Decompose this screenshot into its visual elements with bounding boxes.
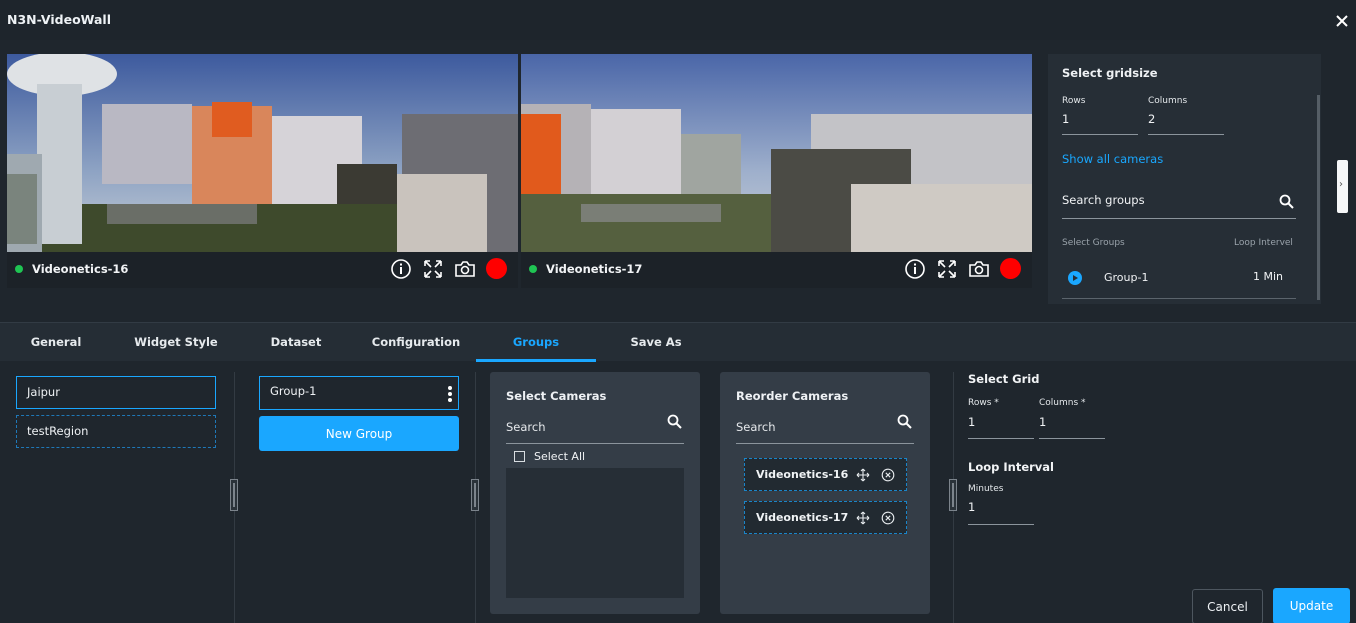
loop-interval-title: Loop Interval	[968, 460, 1054, 474]
group-item[interactable]: Group-1	[259, 376, 459, 410]
search-underline	[736, 443, 914, 444]
select-cameras-card: Select Cameras Search Select All	[490, 372, 700, 614]
online-status-dot	[15, 265, 23, 273]
camera-name: Videonetics-17	[546, 262, 643, 276]
video-toolbar: Videonetics-17	[521, 252, 1032, 288]
remove-circle-icon[interactable]	[881, 468, 895, 482]
fullscreen-icon[interactable]	[936, 258, 958, 280]
search-underline	[506, 443, 684, 444]
play-icon[interactable]	[1068, 271, 1082, 285]
select-grid-title: Select Grid	[968, 372, 1040, 386]
columns-underline	[1148, 134, 1224, 135]
group-interval: 1 Min	[1253, 270, 1284, 283]
rows-label: Rows *	[968, 398, 999, 408]
select-all-label: Select All	[534, 450, 586, 463]
rows-input[interactable]: 1	[1062, 112, 1069, 126]
select-groups-header: Select Groups	[1062, 238, 1125, 248]
camera-feed-image	[7, 54, 518, 252]
reorder-item-label: Videonetics-16	[756, 468, 849, 481]
camera-name: Videonetics-16	[32, 262, 129, 276]
snapshot-camera-icon[interactable]	[968, 258, 990, 280]
close-icon[interactable]	[1334, 13, 1350, 29]
minutes-input[interactable]: 1	[968, 500, 975, 514]
columns-input[interactable]: 1	[1039, 415, 1046, 429]
rows-underline	[968, 438, 1034, 439]
resize-handle[interactable]	[471, 479, 479, 511]
new-group-button[interactable]: New Group	[259, 416, 459, 451]
video-tile-1[interactable]: Videonetics-16	[7, 54, 518, 288]
window-title: N3N-VideoWall	[7, 12, 111, 27]
tab-configuration[interactable]: Configuration	[358, 323, 474, 362]
reorder-item[interactable]: Videonetics-16	[744, 458, 907, 491]
rows-underline	[1062, 134, 1138, 135]
tab-save-as[interactable]: Save As	[600, 323, 712, 362]
group-row-divider	[1062, 298, 1296, 299]
select-cameras-title: Select Cameras	[506, 389, 607, 403]
chevron-right-icon: ›	[1339, 179, 1343, 190]
rows-input[interactable]: 1	[968, 415, 975, 429]
reorder-cameras-title: Reorder Cameras	[736, 389, 849, 403]
show-all-cameras-link[interactable]: Show all cameras	[1062, 152, 1163, 166]
fullscreen-icon[interactable]	[422, 258, 444, 280]
select-all-checkbox[interactable]	[514, 451, 525, 462]
tab-bar: General Widget Style Dataset Configurati…	[0, 322, 1356, 362]
videowall-dialog: N3N-VideoWall Videonetics-16 Videonetics…	[0, 0, 1356, 623]
info-icon[interactable]	[390, 258, 412, 280]
region-item-testregion[interactable]: testRegion	[16, 415, 216, 448]
gridsize-panel: Select gridsize Rows 1 Columns 2 Show al…	[1048, 54, 1321, 304]
resize-handle[interactable]	[949, 479, 957, 511]
search-icon[interactable]	[1279, 194, 1294, 209]
remove-circle-icon[interactable]	[881, 511, 895, 525]
columns-underline	[1039, 438, 1105, 439]
kebab-menu-icon[interactable]	[448, 386, 452, 402]
tab-general[interactable]: General	[0, 323, 112, 362]
video-toolbar: Videonetics-16	[7, 252, 518, 288]
minutes-label: Minutes	[968, 484, 1004, 494]
tab-widget-style[interactable]: Widget Style	[120, 323, 232, 362]
online-status-dot	[529, 265, 537, 273]
region-item-jaipur[interactable]: Jaipur	[16, 376, 216, 409]
resize-handle[interactable]	[230, 479, 238, 511]
camera-feed-image	[521, 54, 1032, 252]
expand-panel-handle[interactable]: ›	[1337, 160, 1348, 213]
rows-label: Rows	[1062, 96, 1086, 106]
title-bar	[0, 0, 1356, 40]
search-groups-input[interactable]: Search groups	[1062, 193, 1145, 207]
move-icon[interactable]	[856, 511, 870, 525]
reorder-item-label: Videonetics-17	[756, 511, 849, 524]
video-tile-2[interactable]: Videonetics-17	[521, 54, 1032, 288]
columns-label: Columns	[1148, 96, 1188, 106]
panel-scrollbar[interactable]	[1317, 95, 1320, 300]
tab-groups[interactable]: Groups	[476, 323, 596, 362]
cancel-button[interactable]: Cancel	[1192, 589, 1263, 623]
record-button[interactable]	[1000, 258, 1021, 279]
camera-list[interactable]	[506, 468, 684, 598]
record-button[interactable]	[486, 258, 507, 279]
columns-input[interactable]: 2	[1148, 112, 1155, 126]
search-icon[interactable]	[667, 414, 682, 429]
minutes-underline	[968, 524, 1034, 525]
search-icon[interactable]	[897, 414, 912, 429]
update-button[interactable]: Update	[1273, 588, 1350, 623]
move-icon[interactable]	[856, 468, 870, 482]
reorder-cameras-search-input[interactable]: Search	[736, 420, 914, 434]
search-underline	[1062, 218, 1296, 219]
gridsize-title: Select gridsize	[1062, 66, 1158, 80]
columns-label: Columns *	[1039, 398, 1086, 408]
snapshot-camera-icon[interactable]	[454, 258, 476, 280]
tab-dataset[interactable]: Dataset	[240, 323, 352, 362]
group-name[interactable]: Group-1	[1104, 271, 1148, 284]
group-item-label: Group-1	[270, 384, 317, 398]
reorder-cameras-card: Reorder Cameras Search Videonetics-16 Vi…	[720, 372, 930, 614]
info-icon[interactable]	[904, 258, 926, 280]
reorder-item[interactable]: Videonetics-17	[744, 501, 907, 534]
select-cameras-search-input[interactable]: Search	[506, 420, 684, 434]
loop-interval-header: Loop Intervel	[1234, 238, 1293, 248]
